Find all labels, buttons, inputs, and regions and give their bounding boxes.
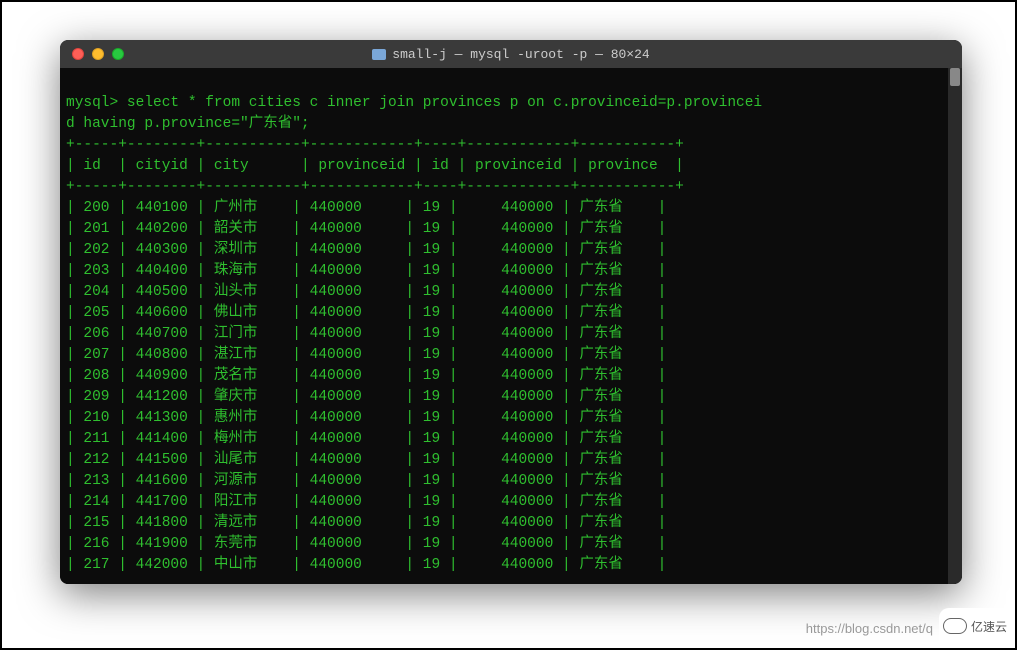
watermark-text: https://blog.csdn.net/q (806, 621, 933, 636)
corner-logo: 亿速云 (939, 608, 1011, 644)
sql-prompt-line1: mysql> select * from cities c inner join… (66, 95, 762, 111)
page-frame: small-j — mysql -uroot -p — 80×24 mysql>… (0, 0, 1017, 650)
titlebar[interactable]: small-j — mysql -uroot -p — 80×24 (60, 40, 962, 68)
sql-prompt-line2: d having p.province="广东省"; (66, 116, 310, 132)
minimize-button[interactable] (92, 48, 104, 60)
scrollbar-track[interactable] (948, 68, 962, 584)
table-separator-mid: +-----+--------+-----------+------------… (66, 179, 684, 195)
window-title-text: small-j — mysql -uroot -p — 80×24 (392, 47, 649, 62)
zoom-button[interactable] (112, 48, 124, 60)
window-title: small-j — mysql -uroot -p — 80×24 (60, 47, 962, 62)
table-rows: | 200 | 440100 | 广州市 | 440000 | 19 | 440… (66, 200, 666, 573)
table-header: | id | cityid | city | provinceid | id |… (66, 158, 684, 174)
corner-logo-text: 亿速云 (971, 618, 1007, 635)
close-button[interactable] (72, 48, 84, 60)
terminal-content[interactable]: mysql> select * from cities c inner join… (60, 68, 962, 584)
terminal-window: small-j — mysql -uroot -p — 80×24 mysql>… (60, 40, 962, 584)
scrollbar-thumb[interactable] (950, 68, 960, 86)
folder-icon (372, 49, 386, 60)
cloud-icon (943, 618, 967, 634)
traffic-lights (72, 48, 124, 60)
table-separator-top: +-----+--------+-----------+------------… (66, 137, 684, 153)
